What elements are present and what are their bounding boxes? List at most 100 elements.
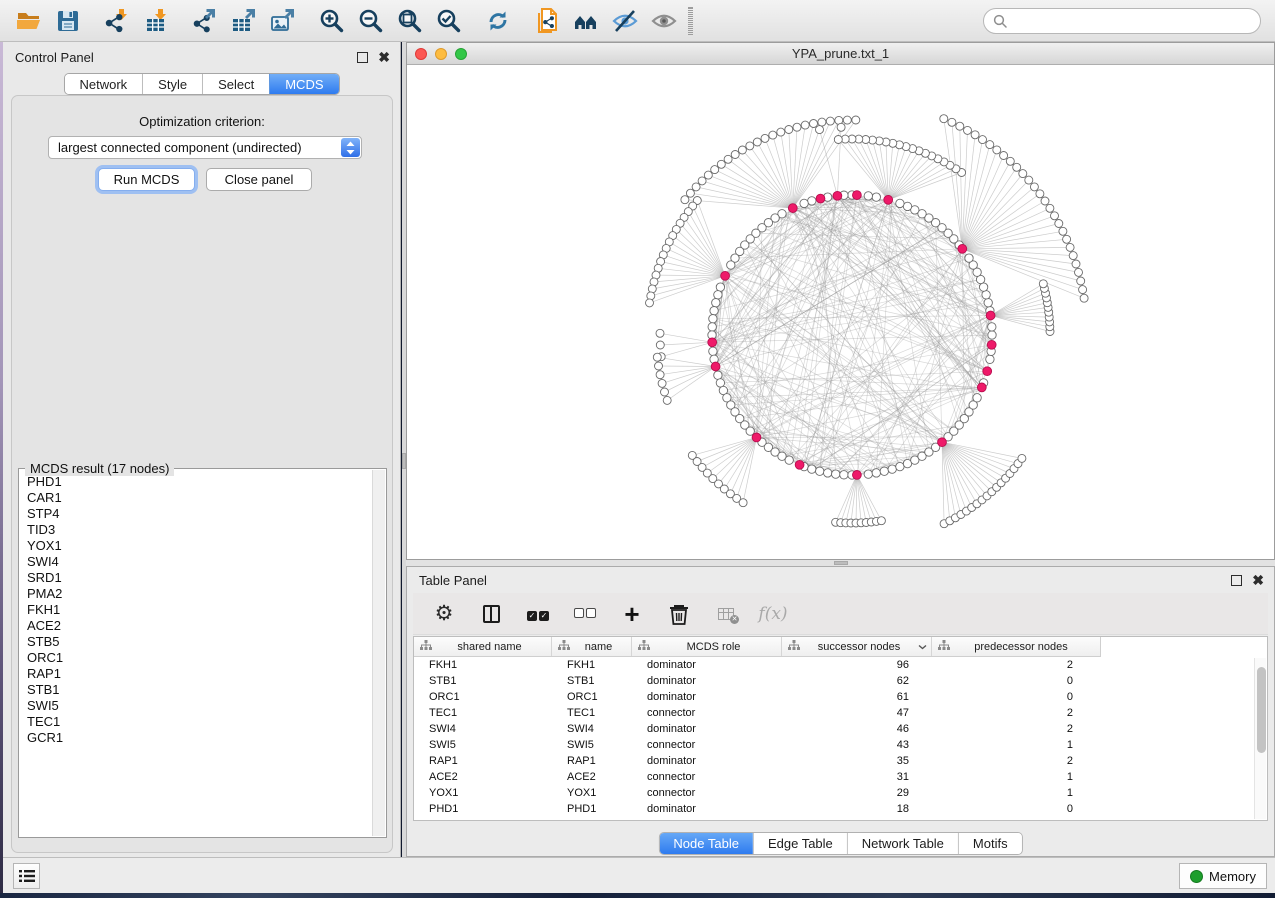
network-canvas[interactable] [407, 65, 1274, 559]
column-header-predecessor-nodes[interactable]: predecessor nodes [932, 637, 1096, 656]
network-node[interactable] [808, 465, 816, 473]
table-row[interactable]: RAP1RAP1dominator352 [414, 753, 1267, 769]
mcds-result-item[interactable]: SRD1 [27, 570, 368, 586]
save-session-icon[interactable] [54, 7, 81, 34]
mcds-result-scrollbar[interactable] [372, 470, 385, 836]
network-node[interactable] [1055, 220, 1063, 228]
network-node[interactable] [982, 291, 990, 299]
network-node[interactable] [646, 299, 654, 307]
zoom-out-icon[interactable] [357, 7, 384, 34]
network-node[interactable] [837, 123, 845, 131]
mcds-result-list[interactable]: PHD1CAR1STP4TID3YOX1SWI4SRD1PMA2FKH1ACE2… [27, 474, 368, 833]
network-node[interactable] [1051, 212, 1059, 220]
mcds-dominator-node[interactable] [816, 194, 825, 203]
network-node[interactable] [979, 283, 987, 291]
zoom-fit-icon[interactable] [396, 7, 423, 34]
network-node[interactable] [864, 470, 872, 478]
mcds-dominator-node[interactable] [795, 460, 804, 469]
mcds-dominator-node[interactable] [853, 471, 862, 480]
network-node[interactable] [1019, 170, 1027, 178]
network-node[interactable] [1066, 243, 1074, 251]
table-row[interactable]: SWI4SWI4dominator462 [414, 721, 1267, 737]
scrollbar-thumb[interactable] [1257, 667, 1266, 753]
table-scrollbar[interactable] [1254, 658, 1266, 819]
network-node[interactable] [712, 299, 720, 307]
network-node[interactable] [1006, 157, 1014, 165]
mcds-dominator-node[interactable] [938, 438, 947, 447]
table-row[interactable]: YOX1YOX1connector291 [414, 785, 1267, 801]
network-graph[interactable] [407, 65, 1274, 559]
network-node[interactable] [738, 146, 746, 154]
network-node[interactable] [1046, 204, 1054, 212]
open-session-icon[interactable] [15, 7, 42, 34]
table-row[interactable]: ACE2ACE2connector311 [414, 769, 1267, 785]
show-panels-button[interactable] [13, 863, 40, 889]
network-node[interactable] [956, 122, 964, 130]
mcds-dominator-node[interactable] [986, 311, 995, 320]
network-node[interactable] [656, 329, 664, 337]
network-node[interactable] [816, 467, 824, 475]
network-node[interactable] [808, 197, 816, 205]
network-node[interactable] [1059, 227, 1067, 235]
mcds-result-item[interactable]: SWI4 [27, 554, 368, 570]
export-network-icon[interactable] [191, 7, 218, 34]
create-column-icon[interactable]: + [619, 601, 645, 627]
float-table-panel-icon[interactable] [1231, 575, 1242, 586]
network-node[interactable] [658, 379, 666, 387]
mcds-result-item[interactable]: RAP1 [27, 666, 368, 682]
network-node[interactable] [653, 353, 661, 361]
mcds-dominator-node[interactable] [708, 338, 717, 347]
show-all-icon[interactable] [650, 7, 677, 34]
network-node[interactable] [686, 189, 694, 197]
network-node[interactable] [852, 116, 860, 124]
network-node[interactable] [656, 371, 664, 379]
mcds-dominator-node[interactable] [711, 362, 720, 371]
network-node[interactable] [704, 171, 712, 179]
network-node[interactable] [843, 116, 851, 124]
table-row[interactable]: PHD1PHD1dominator180 [414, 801, 1267, 817]
network-node[interactable] [988, 323, 996, 331]
mcds-dominator-node[interactable] [884, 195, 893, 204]
network-node[interactable] [698, 177, 706, 185]
tab-style[interactable]: Style [142, 74, 202, 94]
network-node[interactable] [979, 136, 987, 144]
float-panel-icon[interactable] [357, 52, 368, 63]
network-node[interactable] [769, 131, 777, 139]
network-node[interactable] [993, 146, 1001, 154]
network-node[interactable] [940, 115, 948, 123]
column-header-shared-name[interactable]: shared name [414, 637, 552, 656]
network-node[interactable] [872, 469, 880, 477]
mcds-dominator-node[interactable] [788, 204, 797, 213]
network-node[interactable] [896, 199, 904, 207]
network-node[interactable] [785, 456, 793, 464]
network-node[interactable] [709, 315, 717, 323]
export-image-icon[interactable] [269, 7, 296, 34]
network-node[interactable] [1077, 277, 1085, 285]
mcds-dominator-node[interactable] [958, 244, 967, 253]
network-node[interactable] [986, 141, 994, 149]
deselect-all-icon[interactable] [572, 601, 598, 627]
memory-button[interactable]: Memory [1179, 863, 1267, 889]
optimization-criterion-select[interactable]: largest connected component (undirected) [48, 136, 362, 159]
close-panel-icon[interactable]: ✖ [378, 52, 390, 63]
hide-selected-icon[interactable] [611, 7, 638, 34]
network-node[interactable] [777, 128, 785, 136]
network-node[interactable] [816, 126, 824, 134]
mcds-result-item[interactable]: STB5 [27, 634, 368, 650]
splitter-grip[interactable] [834, 561, 848, 565]
mcds-dominator-node[interactable] [752, 433, 761, 442]
node-table[interactable]: shared namenameMCDS rolesuccessor nodesp… [413, 636, 1268, 821]
network-node[interactable] [880, 467, 888, 475]
network-node[interactable] [761, 134, 769, 142]
network-node[interactable] [711, 166, 719, 174]
network-node[interactable] [864, 192, 872, 200]
import-network-icon[interactable] [103, 7, 130, 34]
zoom-selected-icon[interactable] [435, 7, 462, 34]
first-neighbors-icon[interactable] [572, 7, 599, 34]
network-node[interactable] [801, 121, 809, 129]
network-node[interactable] [710, 307, 718, 315]
network-node[interactable] [818, 118, 826, 126]
network-node[interactable] [727, 261, 735, 269]
network-node[interactable] [1072, 260, 1080, 268]
network-node[interactable] [1069, 252, 1077, 260]
